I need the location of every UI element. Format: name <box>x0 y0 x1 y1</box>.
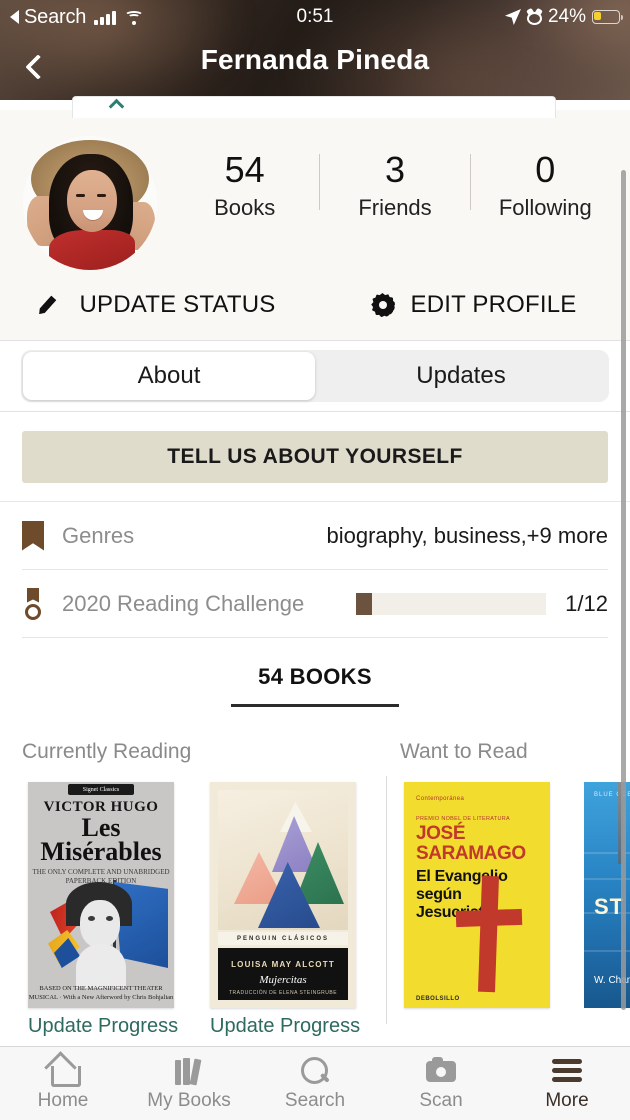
reading-challenge-progress-bar <box>356 592 546 615</box>
pencil-icon <box>40 292 66 318</box>
book-item[interactable]: Signet Classics VICTOR HUGO Les Misérabl… <box>28 782 178 1038</box>
status-bar: Search 0:51 24% <box>0 0 630 34</box>
stat-label: Following <box>498 195 592 220</box>
genres-row[interactable]: Genres biography, business,+9 more <box>22 502 608 570</box>
avatar[interactable] <box>23 136 157 270</box>
profile-header-banner: Search 0:51 24% Fernanda Pineda <box>0 0 630 100</box>
book-item[interactable]: Contemporánea PREMIO NOBEL DE LITERATURA… <box>404 782 550 1008</box>
update-status-label: UPDATE STATUS <box>79 291 276 318</box>
bottom-tab-bar: Home My Books Search Scan More <box>0 1046 630 1120</box>
update-progress-link[interactable]: Update Progress <box>28 1015 178 1038</box>
alarm-clock-icon <box>526 7 543 25</box>
reading-challenge-progress-text: 1/12 <box>565 590 608 616</box>
tab-scan[interactable]: Scan <box>378 1047 504 1120</box>
books-count-tab[interactable]: 54 BOOKS <box>0 650 630 720</box>
page-title: Fernanda Pineda <box>200 44 430 75</box>
medal-icon <box>22 587 62 620</box>
stat-value: 0 <box>535 149 556 190</box>
cover-title-line2: Misérables <box>40 837 162 866</box>
tab-label: Search <box>284 1089 346 1111</box>
search-icon <box>298 1056 332 1086</box>
gear-icon <box>369 291 397 319</box>
battery-percent-label: 24% <box>547 6 586 27</box>
about-updates-tabs: About Updates <box>0 340 630 412</box>
book-item[interactable]: PENGUIN CLÁSICOS LOUISA MAY ALCOTT Mujer… <box>210 782 360 1038</box>
tab-label: My Books <box>147 1089 231 1111</box>
stat-friends[interactable]: 3 Friends <box>320 146 469 222</box>
camera-icon <box>424 1056 458 1086</box>
hamburger-icon <box>550 1056 584 1086</box>
profile-summary: 54 Books 3 Friends 0 Following UPDATE ST… <box>0 110 630 340</box>
tell-us-section: TELL US ABOUT YOURSELF <box>0 412 630 502</box>
tab-home[interactable]: Home <box>0 1047 126 1120</box>
books-count-label: 54 BOOKS <box>258 663 372 689</box>
stat-value: 54 <box>224 149 265 190</box>
stat-label: Books <box>214 195 276 220</box>
books-icon <box>172 1056 206 1086</box>
update-progress-link[interactable]: Update Progress <box>210 1015 360 1038</box>
cover-footer: BASED ON THE MAGNIFICENT THEATER MUSICAL… <box>28 985 174 1001</box>
shelf-divider <box>386 776 387 1024</box>
tell-us-about-yourself-button[interactable]: TELL US ABOUT YOURSELF <box>22 430 608 483</box>
profile-stats: 54 Books 3 Friends 0 Following <box>170 146 620 238</box>
update-status-button[interactable]: UPDATE STATUS <box>0 270 315 340</box>
active-tab-underline <box>231 703 399 707</box>
cover-title-fragment: ST <box>594 894 625 919</box>
cover-publisher: DEBOLSILLO <box>416 996 460 1002</box>
cover-title: Mujercitas <box>259 974 307 986</box>
tab-more[interactable]: More <box>504 1047 630 1120</box>
book-cover-les-miserables[interactable]: Signet Classics VICTOR HUGO Les Misérabl… <box>28 782 174 1008</box>
reading-challenge-label: 2020 Reading Challenge <box>62 590 305 616</box>
stat-value: 3 <box>384 149 405 190</box>
book-cover-el-evangelio[interactable]: Contemporánea PREMIO NOBEL DE LITERATURA… <box>404 782 550 1008</box>
book-shelves: Currently Reading Want to Read Signet Cl… <box>0 726 630 1046</box>
genres-label: Genres <box>62 522 135 548</box>
tab-about[interactable]: About <box>23 352 315 400</box>
cover-author: JOSÉ SARAMAGO <box>416 823 526 864</box>
stat-label: Friends <box>358 195 432 220</box>
cover-prize: PREMIO NOBEL DE LITERATURA <box>416 816 510 822</box>
cover-translator: TRADUCCIÓN DE ELENA STEINGRUBE <box>228 990 338 996</box>
battery-icon <box>592 10 623 24</box>
tab-label: Home <box>37 1089 89 1111</box>
shelf-title-currently-reading: Currently Reading <box>22 740 192 763</box>
imprint-badge: Signet Classics <box>68 784 134 795</box>
shelf-title-want-to-read: Want to Read <box>400 740 528 763</box>
cover-author: LOUISA MAY ALCOTT <box>231 960 335 969</box>
genres-value: biography, business,+9 more <box>326 522 608 548</box>
home-icon <box>46 1056 81 1087</box>
status-bar-right: 24% <box>505 6 623 28</box>
tab-label: Scan <box>419 1089 463 1111</box>
navigation-bar: Fernanda Pineda <box>0 34 630 100</box>
tab-search[interactable]: Search <box>252 1047 378 1120</box>
profile-actions: UPDATE STATUS EDIT PROFILE <box>0 270 630 340</box>
edit-profile-label: EDIT PROFILE <box>410 291 577 318</box>
bookmark-icon <box>22 520 62 551</box>
segmented-control: About Updates <box>21 350 609 402</box>
stat-books[interactable]: 54 Books <box>170 146 319 222</box>
cover-collection: Contemporánea <box>416 796 465 802</box>
reading-challenge-row[interactable]: 2020 Reading Challenge 1/12 <box>22 570 608 638</box>
vertical-scrollbar[interactable] <box>621 170 626 1010</box>
imprint-label: PENGUIN CLÁSICOS <box>236 935 329 942</box>
tab-label: More <box>545 1089 589 1111</box>
tab-updates[interactable]: Updates <box>315 352 607 400</box>
profile-info-rows: Genres biography, business,+9 more 2020 … <box>0 502 630 638</box>
stat-following[interactable]: 0 Following <box>471 146 620 222</box>
progress-fill <box>356 592 372 615</box>
tab-my-books[interactable]: My Books <box>126 1047 252 1120</box>
edit-profile-button[interactable]: EDIT PROFILE <box>315 270 630 340</box>
chevron-up-icon[interactable] <box>108 98 127 117</box>
penguin-imprint-bar: PENGUIN CLÁSICOS <box>218 932 348 945</box>
location-arrow-icon <box>505 9 521 25</box>
book-cover-mujercitas[interactable]: PENGUIN CLÁSICOS LOUISA MAY ALCOTT Mujer… <box>210 782 356 1008</box>
